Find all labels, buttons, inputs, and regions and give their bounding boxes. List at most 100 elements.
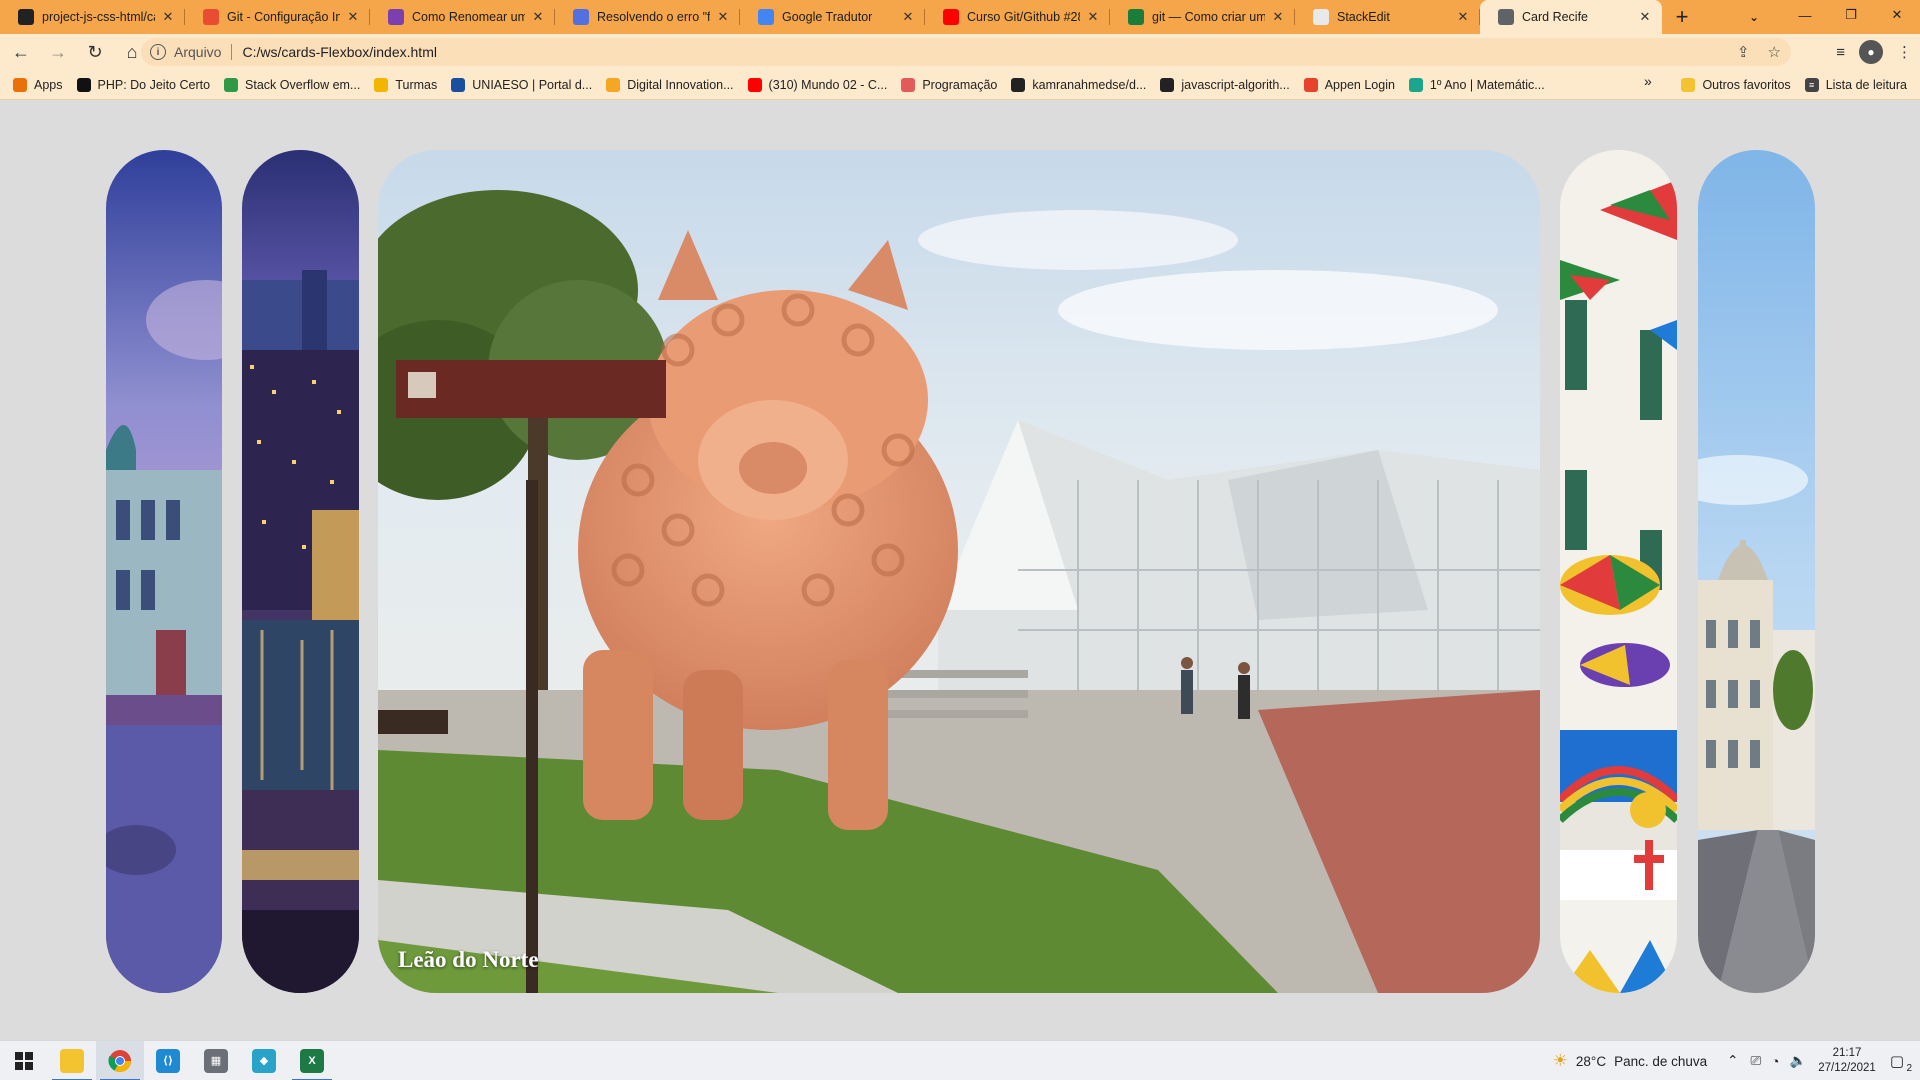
tab-title: StackEdit [1337, 10, 1390, 24]
profile-avatar[interactable]: ● [1859, 40, 1883, 64]
uniaeso-icon [451, 77, 466, 92]
tab-list: project-js-css-html/ca ✕ Git - Configuraçã… [0, 0, 1662, 34]
bookmarks-overflow-button[interactable]: » [1644, 73, 1652, 89]
tab-close-icon[interactable]: ✕ [1454, 8, 1472, 26]
tab-close-icon[interactable]: ✕ [1084, 8, 1102, 26]
bookmark-item[interactable]: UNIAESO | Portal d... [444, 73, 599, 97]
bookmark-item[interactable]: PHP: Do Jeito Certo [70, 73, 218, 97]
chrome-logo-icon [108, 1049, 131, 1072]
qa-icon [901, 77, 916, 92]
browser-tab[interactable]: Resolvendo o erro "fat ✕ [555, 0, 740, 34]
stackoverflow-icon [224, 77, 239, 92]
browser-tab[interactable]: project-js-css-html/ca ✕ [0, 0, 185, 34]
browser-tab[interactable]: Git - Configuração Inic ✕ [185, 0, 370, 34]
close-window-icon[interactable]: ✕ [1874, 0, 1920, 30]
other-favorites-folder[interactable]: Outros favoritos [1674, 73, 1797, 97]
menu-kebab-icon[interactable]: ⋮ [1897, 43, 1912, 61]
photo-card-4[interactable] [1560, 150, 1677, 993]
folder-icon [60, 1048, 84, 1073]
weather-text[interactable]: Panc. de chuva [1614, 1054, 1707, 1069]
bookmark-item[interactable]: kamranahmedse/d... [1004, 73, 1153, 97]
browser-tab[interactable]: Google Tradutor ✕ [740, 0, 925, 34]
dev-blog-icon [388, 9, 404, 25]
notification-center-icon[interactable]: ▢ 2 [1890, 1052, 1912, 1074]
bookmark-item[interactable]: 1º Ano | Matemátic... [1402, 73, 1552, 97]
card-caption: Leão do Norte [398, 947, 539, 972]
file-explorer-icon[interactable] [48, 1041, 96, 1080]
info-icon[interactable]: i [150, 44, 166, 60]
bookmark-label: Stack Overflow em... [245, 77, 361, 92]
browser-tab-strip: project-js-css-html/ca ✕ Git - Configuraçã… [0, 0, 1920, 34]
bookmark-item[interactable]: Stack Overflow em... [217, 73, 367, 97]
media-queue-icon[interactable]: ≡ [1836, 44, 1845, 61]
reading-list-button[interactable]: ≡ Lista de leitura [1798, 73, 1914, 97]
browser-tab[interactable]: Curso Git/Github #28 ✕ [925, 0, 1110, 34]
photo-card-5[interactable] [1698, 150, 1815, 993]
tab-close-icon[interactable]: ✕ [1636, 8, 1654, 26]
tab-close-icon[interactable]: ✕ [714, 8, 732, 26]
tab-close-icon[interactable]: ✕ [899, 8, 917, 26]
weather-temp[interactable]: 28°C [1576, 1054, 1606, 1069]
forward-icon[interactable]: → [42, 38, 74, 66]
bookmark-item[interactable]: Programação [894, 73, 1004, 97]
tab-close-icon[interactable]: ✕ [344, 8, 362, 26]
address-divider [231, 44, 233, 60]
browser-tab[interactable]: Card Recife ✕ [1480, 0, 1662, 34]
excel-icon[interactable]: X [288, 1041, 336, 1080]
address-url[interactable]: C:/ws/cards-Flexbox/index.html [242, 44, 437, 60]
bookmark-item[interactable]: Apps [6, 73, 70, 97]
card-5-image [1698, 150, 1815, 993]
folder-icon [1681, 77, 1696, 92]
bookmark-item[interactable]: (310) Mundo 02 - C... [741, 73, 895, 97]
browser-tab[interactable]: StackEdit ✕ [1295, 0, 1480, 34]
calculator-logo-icon: ▦ [204, 1048, 228, 1073]
address-bar[interactable]: i Arquivo C:/ws/cards-Flexbox/index.html… [141, 38, 1791, 66]
bookmark-label: UNIAESO | Portal d... [472, 77, 593, 92]
apps-grid-icon [13, 77, 27, 92]
bookmark-item[interactable]: Appen Login [1297, 73, 1402, 97]
tab-close-icon[interactable]: ✕ [159, 8, 177, 26]
back-icon[interactable]: ← [5, 38, 37, 66]
address-scheme: Arquivo [174, 44, 222, 60]
page-viewport: Leão do Norte [0, 100, 1920, 1040]
globe-icon [1498, 9, 1514, 25]
bookmark-label: Turmas [395, 77, 438, 92]
tab-close-icon[interactable]: ✕ [1269, 8, 1287, 26]
bookmark-label: 1º Ano | Matemátic... [1429, 77, 1545, 92]
featured-card-image [378, 150, 1540, 993]
windows-start-icon[interactable] [0, 1041, 48, 1080]
meet-now-icon[interactable]: ⎚ [1750, 1053, 1761, 1069]
appen-icon [1303, 77, 1318, 92]
calculator-icon[interactable]: ▦ [192, 1041, 240, 1080]
volume-icon[interactable]: 🔈 [1789, 1053, 1806, 1069]
vscode-icon[interactable]: ⟨⟩ [144, 1041, 192, 1080]
clock[interactable]: 21:17 27/12/2021 [1818, 1046, 1876, 1076]
card-4-image [1560, 150, 1677, 993]
new-tab-button[interactable]: + [1662, 0, 1702, 34]
sourcetree-icon[interactable]: ◆ [240, 1041, 288, 1080]
browser-tab[interactable]: git — Como criar uma ✕ [1110, 0, 1295, 34]
bookmark-item[interactable]: Turmas [367, 73, 444, 97]
tab-search-icon[interactable]: ⌄ [1734, 4, 1774, 30]
tab-close-icon[interactable]: ✕ [529, 8, 547, 26]
chrome-icon[interactable] [96, 1040, 144, 1080]
tray-overflow-chevron-icon[interactable]: ⌃ [1727, 1053, 1738, 1069]
clock-date: 27/12/2021 [1818, 1062, 1876, 1074]
weather-icon[interactable]: ☀ [1553, 1051, 1568, 1071]
network-icon[interactable]: ◔ [1771, 1054, 1779, 1069]
photo-card-2[interactable] [242, 150, 359, 993]
reload-icon[interactable]: ↻ [79, 38, 111, 66]
share-icon[interactable]: ⇪ [1737, 43, 1750, 61]
photo-card-featured[interactable]: Leão do Norte [378, 150, 1540, 993]
photo-card-1[interactable] [106, 150, 222, 993]
bookmark-item[interactable]: Digital Innovation... [599, 73, 740, 97]
youtube-icon [943, 9, 959, 25]
bookmark-star-icon[interactable]: ☆ [1768, 43, 1781, 61]
bookmark-item[interactable]: javascript-algorith... [1153, 73, 1296, 97]
check-icon [76, 77, 91, 92]
browser-tab[interactable]: Como Renomear um B ✕ [370, 0, 555, 34]
minimize-icon[interactable]: — [1782, 0, 1828, 30]
reading-list-icon: ≡ [1804, 77, 1819, 92]
git-client-logo-icon: ◆ [252, 1048, 276, 1073]
restore-icon[interactable]: ❐ [1828, 0, 1874, 30]
